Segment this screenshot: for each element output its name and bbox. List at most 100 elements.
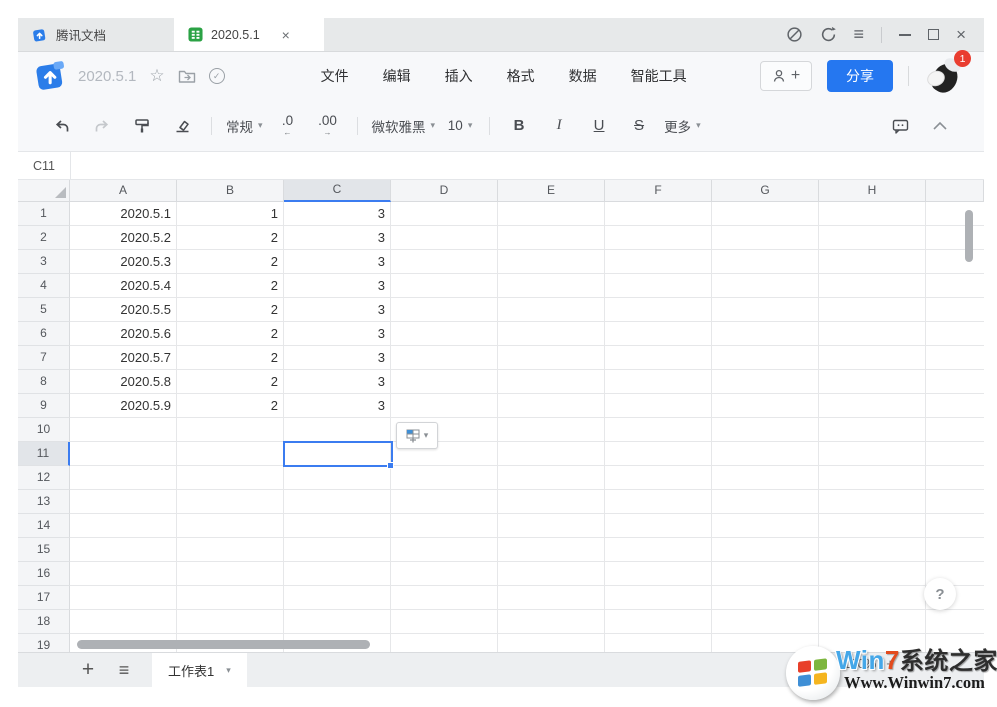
strikethrough-button[interactable]: S [624,110,654,142]
cell-H1[interactable] [819,202,926,226]
redo-button[interactable] [87,110,117,142]
cell-A7[interactable]: 2020.5.7 [70,346,177,370]
cell-F11[interactable] [605,442,712,466]
user-avatar[interactable]: 1 [924,55,968,97]
more-formats-dropdown[interactable]: 更多 ▾ [664,110,701,142]
cell-H18[interactable] [819,610,926,634]
cell-E8[interactable] [498,370,605,394]
name-box[interactable]: C11 [18,152,70,179]
row-header-18[interactable]: 18 [18,610,70,634]
cell-B11[interactable] [177,442,284,466]
cell-B13[interactable] [177,490,284,514]
cell-F18[interactable] [605,610,712,634]
cell-F15[interactable] [605,538,712,562]
cell-C10[interactable] [284,418,391,442]
share-button[interactable]: 分享 [827,60,893,92]
horizontal-scrollbar[interactable] [77,640,370,649]
cell-G13[interactable] [712,490,819,514]
cell-B10[interactable] [177,418,284,442]
cell-B6[interactable]: 2 [177,322,284,346]
cell-C18[interactable] [284,610,391,634]
cell-E17[interactable] [498,586,605,610]
cell-H8[interactable] [819,370,926,394]
refresh-icon[interactable] [820,26,837,43]
row-header-15[interactable]: 15 [18,538,70,562]
cell-D14[interactable] [391,514,498,538]
row-header-3[interactable]: 3 [18,250,70,274]
cell-C4[interactable]: 3 [284,274,391,298]
cell-G8[interactable] [712,370,819,394]
cell-A15[interactable] [70,538,177,562]
cell-G14[interactable] [712,514,819,538]
cell-B3[interactable]: 2 [177,250,284,274]
move-to-folder-icon[interactable] [178,68,196,84]
cell-A9[interactable]: 2020.5.9 [70,394,177,418]
cell-E3[interactable] [498,250,605,274]
minimize-button[interactable] [899,34,911,36]
comment-icon[interactable] [885,110,915,142]
cell-H5[interactable] [819,298,926,322]
column-header-B[interactable]: B [177,180,284,202]
cell-A12[interactable] [70,466,177,490]
column-header-G[interactable]: G [712,180,819,202]
notification-badge[interactable]: 1 [954,50,971,67]
menu-item-5[interactable]: 智能工具 [631,66,687,86]
cell-G12[interactable] [712,466,819,490]
row-header-7[interactable]: 7 [18,346,70,370]
row-header-19[interactable]: 19 [18,634,70,652]
cell-H19[interactable] [819,634,926,652]
cell-D9[interactable] [391,394,498,418]
cell-E5[interactable] [498,298,605,322]
tab-document[interactable]: 2020.5.1 × [174,18,324,51]
cell-G6[interactable] [712,322,819,346]
cell-E7[interactable] [498,346,605,370]
browser-menu-icon[interactable]: ≡ [854,24,865,45]
cell-H14[interactable] [819,514,926,538]
cell-E19[interactable] [498,634,605,652]
cell-F3[interactable] [605,250,712,274]
cell-C13[interactable] [284,490,391,514]
vertical-scrollbar[interactable] [965,210,973,262]
cell-A18[interactable] [70,610,177,634]
cell-F6[interactable] [605,322,712,346]
cell-F14[interactable] [605,514,712,538]
cell-G5[interactable] [712,298,819,322]
italic-button[interactable]: I [544,110,574,142]
cell-H2[interactable] [819,226,926,250]
cell-B5[interactable]: 2 [177,298,284,322]
row-header-2[interactable]: 2 [18,226,70,250]
cell-G4[interactable] [712,274,819,298]
cell-F7[interactable] [605,346,712,370]
cell-C17[interactable] [284,586,391,610]
cell-D19[interactable] [391,634,498,652]
cell-A6[interactable]: 2020.5.6 [70,322,177,346]
cell-H17[interactable] [819,586,926,610]
help-button[interactable]: ? [924,578,956,610]
cell-E1[interactable] [498,202,605,226]
cell-A13[interactable] [70,490,177,514]
cell-D8[interactable] [391,370,498,394]
cell-B8[interactable]: 2 [177,370,284,394]
number-format-dropdown[interactable]: 常规 ▾ [226,110,263,142]
cell-G1[interactable] [712,202,819,226]
cell-D6[interactable] [391,322,498,346]
sheet-list-button[interactable]: ≡ [106,653,142,687]
cell-A5[interactable]: 2020.5.5 [70,298,177,322]
cell-D12[interactable] [391,466,498,490]
format-painter-button[interactable] [127,110,157,142]
cell-D15[interactable] [391,538,498,562]
font-family-dropdown[interactable]: 微软雅黑 ▾ [372,110,436,142]
cell-H12[interactable] [819,466,926,490]
row-header-9[interactable]: 9 [18,394,70,418]
cell-F1[interactable] [605,202,712,226]
cell-G19[interactable] [712,634,819,652]
cell-C15[interactable] [284,538,391,562]
row-header-8[interactable]: 8 [18,370,70,394]
font-size-dropdown[interactable]: 10 ▾ [445,110,475,142]
cell-B14[interactable] [177,514,284,538]
cell-B15[interactable] [177,538,284,562]
cell-E12[interactable] [498,466,605,490]
menu-item-1[interactable]: 编辑 [383,66,411,86]
increase-decimal-button[interactable]: .00 → [313,110,343,142]
cell-A17[interactable] [70,586,177,610]
